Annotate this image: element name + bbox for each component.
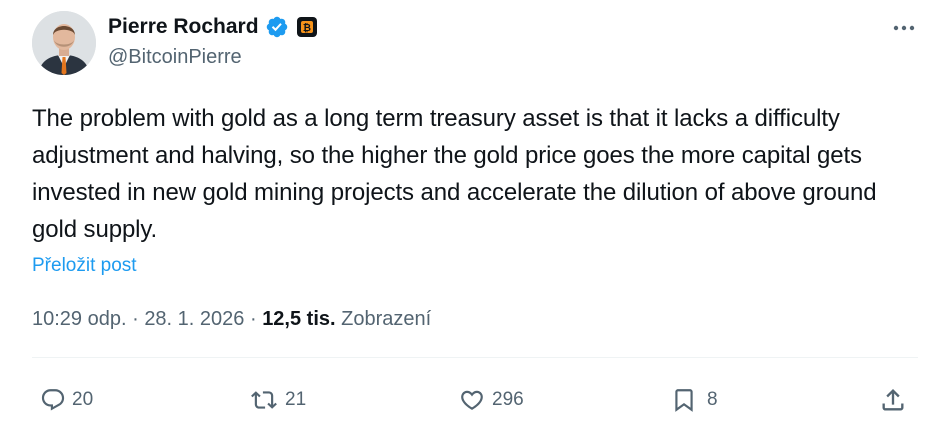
repost-count: 21 (285, 389, 307, 410)
more-options-button[interactable] (884, 16, 924, 40)
bookmark-count: 8 (707, 389, 718, 410)
heart-icon (461, 390, 483, 410)
post-date[interactable]: 28. 1. 2026 (144, 308, 244, 331)
bookmark-button[interactable]: 8 (671, 380, 718, 420)
display-name[interactable]: Pierre Rochard (108, 15, 259, 39)
action-bar: 20 21 296 8 (0, 380, 951, 420)
bitcoin-icon[interactable]: ₿ (296, 17, 317, 37)
share-button[interactable] (879, 380, 907, 420)
verified-badge-icon[interactable] (265, 15, 289, 39)
post-text: The problem with gold as a long term tre… (32, 105, 877, 243)
post: Pierre Rochard ₿ @BitcoinPierre The prob… (0, 0, 951, 430)
svg-text:₿: ₿ (302, 22, 310, 34)
meta-separator: · (244, 308, 263, 330)
repost-button[interactable]: 21 (249, 380, 306, 420)
like-button[interactable]: 296 (458, 380, 524, 420)
post-meta: 10:29 odp. · 28. 1. 2026 · 12,5 tis. Zob… (32, 308, 431, 331)
like-count: 296 (492, 389, 524, 410)
bookmark-icon (675, 389, 693, 412)
translate-post-link[interactable]: Přeložit post (32, 255, 137, 277)
handle[interactable]: @BitcoinPierre (108, 46, 317, 69)
divider (32, 357, 918, 358)
views-label: Zobrazení (341, 308, 432, 330)
reply-count: 20 (72, 389, 94, 410)
meta-separator: · (126, 308, 145, 330)
post-time[interactable]: 10:29 odp. (32, 308, 127, 331)
avatar[interactable] (32, 11, 96, 75)
share-icon (882, 389, 904, 411)
reply-icon (41, 389, 65, 411)
repost-icon (251, 391, 277, 409)
views-count: 12,5 tis. (262, 308, 336, 330)
reply-button[interactable]: 20 (40, 380, 93, 420)
more-dots-icon (893, 25, 915, 31)
author-block: Pierre Rochard ₿ @BitcoinPierre (108, 14, 317, 69)
